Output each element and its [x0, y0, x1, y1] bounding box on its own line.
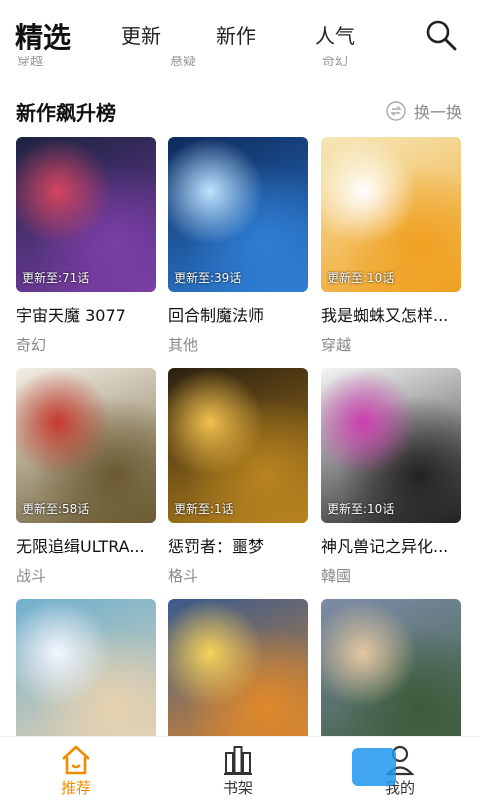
bottom-nav: 推荐 书架 我的: [0, 736, 480, 800]
comic-genre: 穿越: [321, 336, 352, 354]
comic-cover-image[interactable]: [168, 599, 308, 754]
comic-title[interactable]: 回合制魔法师: [168, 302, 308, 326]
nav-bookshelf-label: 书架: [222, 779, 253, 797]
comic-title[interactable]: 无限追缉ULTRA...: [16, 533, 156, 557]
update-badge: 更新至:58话: [22, 502, 90, 516]
comic-genre: 战斗: [16, 567, 47, 585]
refresh-icon: [386, 101, 406, 121]
comic-card[interactable]: 更新至:10话我是蜘蛛又怎样... 穿越: [321, 137, 461, 355]
bookshelf-icon: [224, 746, 252, 775]
comic-cover-image[interactable]: 更新至:58话: [16, 368, 156, 523]
comic-cover-image[interactable]: 更新至:39话: [168, 137, 308, 292]
update-badge: 更新至:1话: [174, 502, 234, 516]
update-badge: 更新至:39话: [174, 271, 242, 285]
update-badge: 更新至:10话: [327, 502, 395, 516]
update-badge: 更新至:71话: [22, 271, 90, 285]
comic-card[interactable]: 更新至:71话宇宙天魔 3077 奇幻: [16, 137, 156, 355]
comic-title[interactable]: 惩罚者：噩梦: [168, 533, 308, 557]
comic-cover-image[interactable]: 更新至:10话: [321, 137, 461, 292]
section-title: 新作飙升榜: [16, 101, 116, 125]
tab-featured[interactable]: 精选: [15, 16, 71, 56]
nav-bookshelf[interactable]: 书架: [198, 743, 278, 798]
comic-genre: 格斗: [168, 567, 199, 585]
tab-updates[interactable]: 更新: [121, 20, 161, 49]
home-icon: [62, 745, 90, 775]
comic-title[interactable]: 我是蜘蛛又怎样...: [321, 302, 461, 326]
watermark-logo: [352, 748, 396, 786]
comic-title[interactable]: 神凡兽记之异化...: [321, 533, 461, 557]
comic-cover-image[interactable]: [321, 599, 461, 754]
nav-recommend[interactable]: 推荐: [36, 743, 116, 798]
tab-popular[interactable]: 人气: [315, 20, 355, 49]
refresh-button[interactable]: 换一换: [386, 99, 462, 123]
comic-cover-image[interactable]: 更新至:71话: [16, 137, 156, 292]
search-icon[interactable]: [424, 18, 458, 52]
refresh-label: 换一换: [413, 103, 462, 122]
comic-title[interactable]: 宇宙天魔 3077: [16, 302, 156, 326]
comic-cover-image[interactable]: [16, 599, 156, 754]
update-badge: 更新至:10话: [327, 271, 395, 285]
top-nav: 精选 更新 新作 人气: [0, 0, 480, 62]
comic-cover-image[interactable]: 更新至:10话: [321, 368, 461, 523]
comic-cover-image[interactable]: 更新至:1话: [168, 368, 308, 523]
comic-genre: 奇幻: [16, 336, 47, 354]
tab-new[interactable]: 新作: [216, 20, 256, 49]
comic-card[interactable]: 更新至:58话无限追缉ULTRA... 战斗: [16, 368, 156, 586]
comic-card[interactable]: 更新至:1话惩罚者：噩梦格斗: [168, 368, 308, 586]
comic-genre: 韓國: [321, 567, 352, 585]
clipped-previous-row: 穿越 悬疑 奇幻: [17, 56, 349, 68]
comic-genre: 其他: [168, 336, 199, 354]
nav-recommend-label: 推荐: [60, 779, 91, 797]
comic-card[interactable]: 更新至:39话回合制魔法师其他: [168, 137, 308, 355]
comic-card[interactable]: 更新至:10话神凡兽记之异化... 韓國: [321, 368, 461, 586]
